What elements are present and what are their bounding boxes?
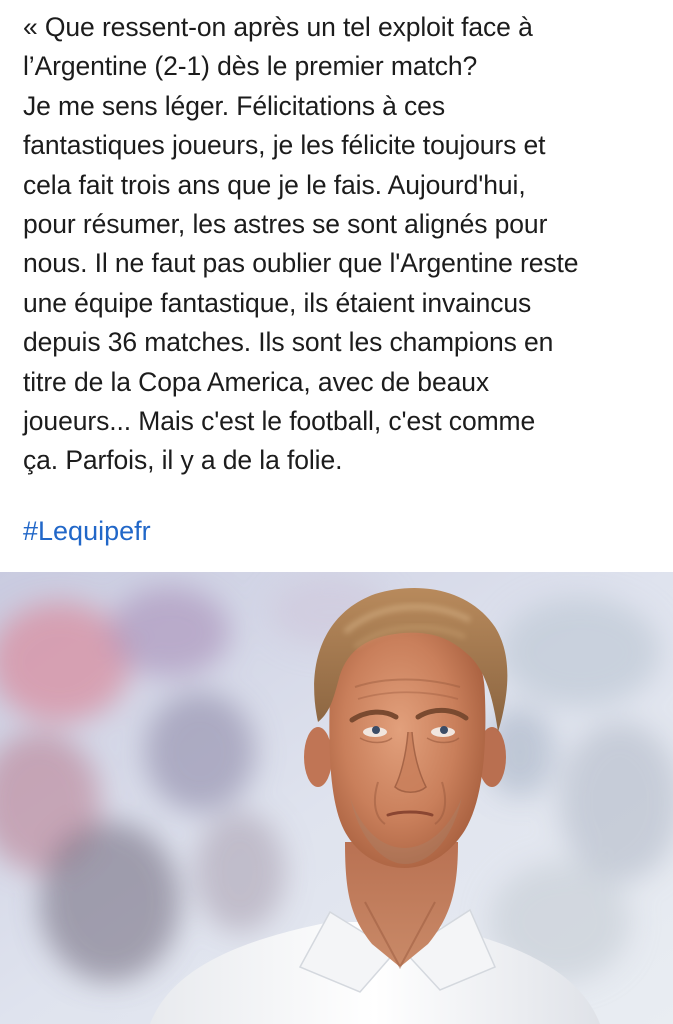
post-text-line: « Que ressent-on après un tel exploit fa…: [23, 12, 533, 42]
hashtag-link[interactable]: #Lequipefr: [23, 511, 151, 551]
post-text-line: l’Argentine (2-1) dès le premier match?: [23, 51, 478, 82]
post: « Que ressent-on après un tel exploit fa…: [0, 0, 673, 1024]
post-text-line: titre de la Copa America, avec de beaux: [23, 366, 490, 397]
post-text-line: fantastiques joueurs, je les félicite to…: [23, 130, 546, 161]
post-text-line: joueurs... Mais c'est le football, c'est…: [23, 406, 536, 437]
post-photo[interactable]: [0, 572, 673, 1024]
post-text-line: depuis 36 matches. Ils sont les champion…: [23, 327, 554, 358]
post-text-line: ça. Parfois, il y a de la folie.: [23, 445, 343, 476]
post-text: « Que ressent-on après un tel exploit fa…: [23, 8, 663, 481]
post-text-line: une équipe fantastique, ils étaient inva…: [23, 287, 532, 318]
post-text-line: cela fait trois ans que je le fais. Aujo…: [23, 169, 526, 200]
post-text-line: nous. Il ne faut pas oublier que l'Argen…: [23, 248, 579, 279]
post-text-line: Je me sens léger. Félicitations à ces: [23, 90, 445, 121]
post-text-line: pour résumer, les astres se sont alignés…: [23, 209, 548, 240]
portrait-illustration: [0, 572, 673, 1024]
